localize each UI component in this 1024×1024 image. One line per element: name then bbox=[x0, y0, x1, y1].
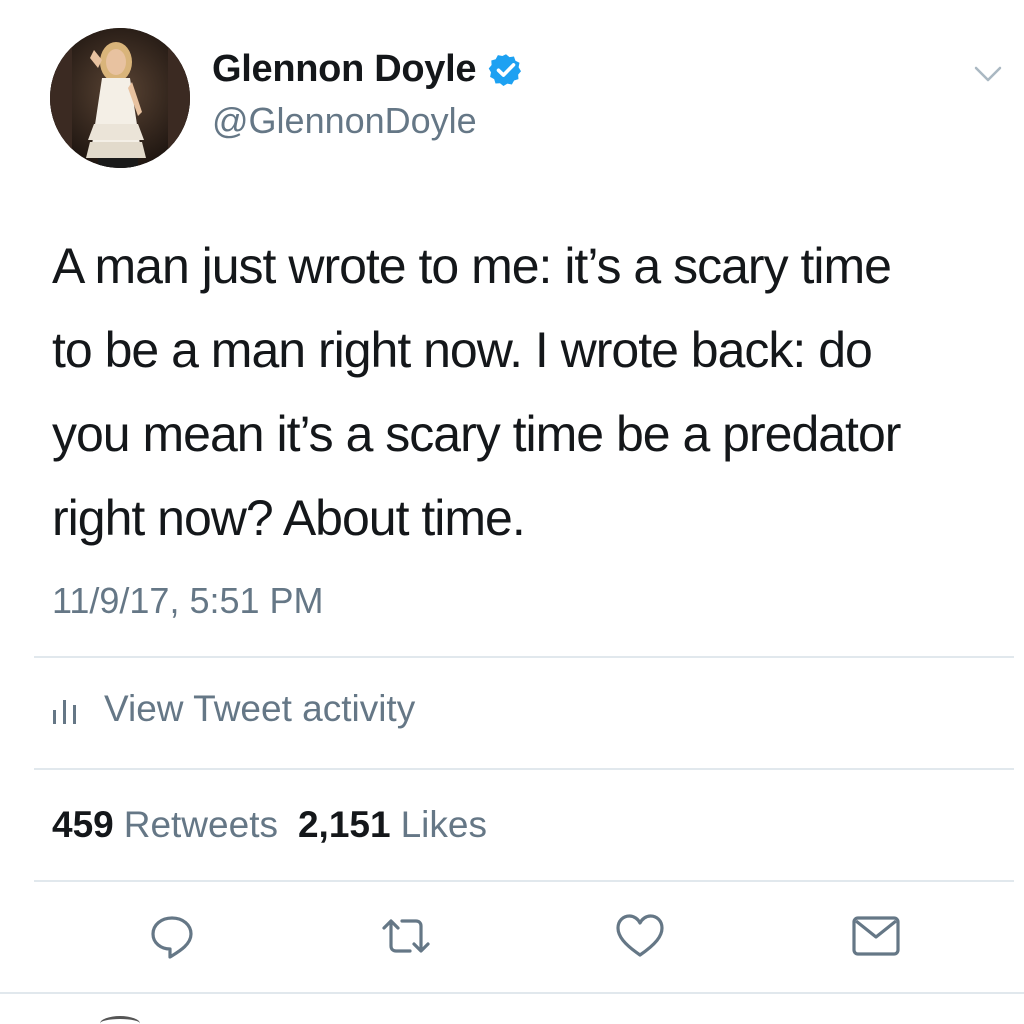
retweets-count[interactable]: 459 bbox=[52, 804, 114, 846]
direct-message-button[interactable] bbox=[850, 910, 902, 962]
view-tweet-activity-link[interactable]: View Tweet activity bbox=[50, 688, 415, 730]
reply-icon bbox=[151, 916, 193, 959]
view-tweet-activity-label: View Tweet activity bbox=[104, 688, 416, 729]
like-icon bbox=[616, 914, 664, 957]
divider bbox=[34, 768, 1014, 770]
divider bbox=[34, 880, 1014, 882]
reply-button[interactable] bbox=[146, 910, 198, 962]
likes-label[interactable]: Likes bbox=[401, 804, 487, 846]
chevron-down-icon[interactable] bbox=[970, 60, 1006, 88]
divider bbox=[0, 992, 1024, 994]
next-item-peek bbox=[100, 1016, 140, 1024]
avatar[interactable] bbox=[50, 28, 190, 168]
likes-count[interactable]: 2,151 bbox=[298, 804, 391, 846]
user-info[interactable]: Glennon Doyle bbox=[212, 48, 524, 91]
tweet-stats: 459 Retweets 2,151 Likes bbox=[52, 804, 507, 846]
verified-badge-icon bbox=[488, 53, 522, 86]
divider bbox=[34, 656, 1014, 658]
display-name[interactable]: Glennon Doyle bbox=[212, 48, 477, 91]
retweet-button[interactable] bbox=[380, 910, 432, 962]
bar-chart-icon bbox=[53, 700, 76, 724]
like-button[interactable] bbox=[614, 910, 666, 962]
tweet-detail: Glennon Doyle @GlennonDoyle A man just w… bbox=[0, 0, 1024, 1024]
retweets-label[interactable]: Retweets bbox=[124, 804, 278, 846]
tweet-text: A man just wrote to me: it’s a scary tim… bbox=[52, 238, 901, 546]
user-handle[interactable]: @GlennonDoyle bbox=[212, 100, 477, 142]
profile-photo-icon bbox=[50, 28, 190, 168]
tweet-timestamp[interactable]: 11/9/17, 5:51 PM bbox=[52, 580, 324, 622]
retweet-icon bbox=[382, 919, 430, 953]
direct-message-icon bbox=[852, 916, 900, 956]
